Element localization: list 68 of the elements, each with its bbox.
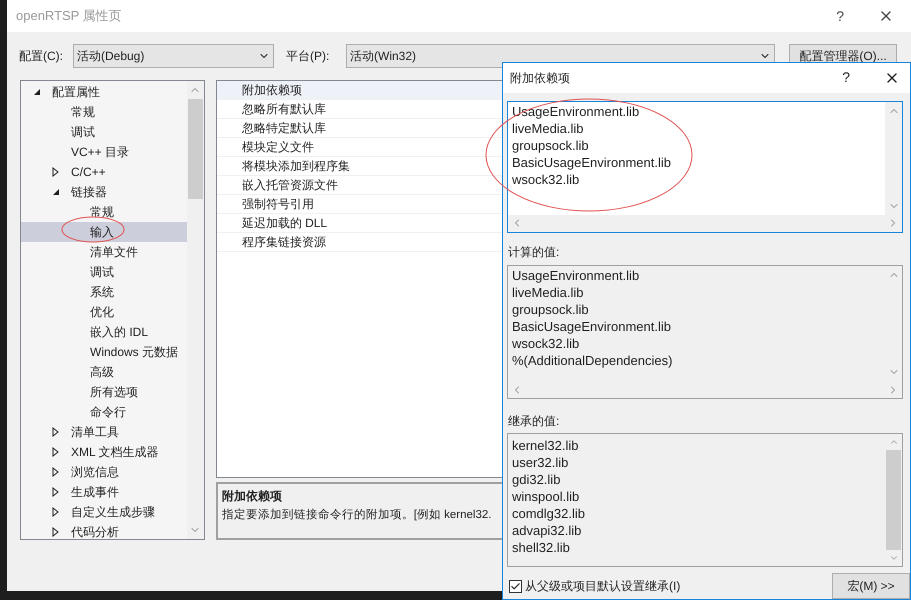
tree-item[interactable]: 浏览信息 bbox=[21, 462, 187, 482]
inherited-line: user32.lib bbox=[512, 454, 568, 471]
tree-item[interactable]: 调试 bbox=[21, 122, 187, 142]
description-text: 指定要添加到链接命令行的附加项。[例如 kernel32. bbox=[222, 508, 492, 523]
expanded-arrow-icon[interactable] bbox=[33, 88, 41, 96]
tree-item[interactable]: 常规 bbox=[21, 102, 187, 122]
window-title: openRTSP 属性页 bbox=[16, 7, 122, 26]
tree-item[interactable]: Windows 元数据 bbox=[21, 342, 187, 362]
collapsed-arrow-icon[interactable] bbox=[52, 467, 59, 477]
tree-item[interactable]: 清单文件 bbox=[21, 242, 187, 262]
tree-item[interactable]: 常规 bbox=[21, 202, 187, 222]
tree-item[interactable]: 清单工具 bbox=[21, 422, 187, 442]
collapsed-arrow-icon[interactable] bbox=[52, 167, 59, 177]
scroll-thumb[interactable] bbox=[188, 99, 203, 199]
scrollbar[interactable] bbox=[885, 102, 902, 215]
tree-item[interactable]: 配置属性 bbox=[21, 82, 187, 102]
dependency-line: groupsock.lib bbox=[512, 136, 589, 154]
tree-item[interactable]: 高级 bbox=[21, 362, 187, 382]
computed-line: groupsock.lib bbox=[512, 300, 589, 318]
collapsed-arrow-icon[interactable] bbox=[52, 527, 59, 537]
inherited-line: shell32.lib bbox=[512, 539, 570, 556]
inherited-line: kernel32.lib bbox=[512, 437, 578, 454]
computed-line: wsock32.lib bbox=[512, 334, 580, 352]
macro-button[interactable]: 宏(M) >> bbox=[832, 573, 910, 599]
dialog-title: 附加依赖项 bbox=[510, 70, 570, 87]
tree-item[interactable]: 优化 bbox=[21, 302, 187, 322]
inherited-line: advapi32.lib bbox=[512, 522, 582, 539]
inherited-label: 继承的值: bbox=[508, 413, 560, 430]
scroll-thumb[interactable] bbox=[886, 450, 901, 550]
tree-item[interactable]: C/C++ bbox=[21, 162, 187, 182]
horizontal-scrollbar[interactable] bbox=[508, 214, 902, 232]
collapsed-arrow-icon[interactable] bbox=[52, 447, 59, 457]
dependency-line: liveMedia.lib bbox=[512, 120, 584, 137]
tree-item[interactable]: 嵌入的 IDL bbox=[21, 322, 187, 342]
help-button[interactable]: ? bbox=[842, 67, 850, 88]
help-button[interactable]: ? bbox=[836, 6, 844, 26]
collapsed-arrow-icon[interactable] bbox=[52, 487, 59, 497]
inherit-checkbox[interactable] bbox=[509, 580, 522, 592]
computed-line: liveMedia.lib bbox=[512, 284, 584, 301]
tree-item[interactable]: 所有选项 bbox=[21, 382, 187, 402]
inherited-line: winspool.lib bbox=[512, 488, 580, 505]
computed-line: %(AdditionalDependencies) bbox=[512, 352, 672, 369]
tree-item[interactable]: 生成事件 bbox=[21, 482, 187, 502]
tree-item[interactable]: 系统 bbox=[21, 282, 187, 302]
dependency-line: BasicUsageEnvironment.lib bbox=[512, 154, 671, 171]
inherited-line: gdi32.lib bbox=[512, 471, 560, 488]
computed-label: 计算的值: bbox=[508, 244, 560, 261]
platform-label: 平台(P): bbox=[286, 48, 330, 65]
collapsed-arrow-icon[interactable] bbox=[52, 507, 59, 517]
computed-line: BasicUsageEnvironment.lib bbox=[512, 318, 671, 335]
dependency-line: wsock32.lib bbox=[512, 170, 580, 188]
config-dropdown[interactable]: 活动(Debug) bbox=[73, 44, 274, 68]
computed-line: UsageEnvironment.lib bbox=[512, 266, 640, 284]
tree-item[interactable]: VC++ 目录 bbox=[21, 142, 187, 162]
tree-item[interactable]: 代码分析 bbox=[21, 522, 187, 539]
inherit-checkbox-label[interactable]: 从父级或项目默认设置继承(I) bbox=[525, 577, 680, 595]
tree-item[interactable]: 调试 bbox=[21, 262, 187, 282]
tree-item[interactable]: 输入 bbox=[21, 222, 187, 242]
tree-item[interactable]: 自定义生成步骤 bbox=[21, 502, 187, 522]
tree-item[interactable]: 命令行 bbox=[21, 402, 187, 422]
expanded-arrow-icon[interactable] bbox=[52, 188, 60, 196]
scrollbar[interactable] bbox=[186, 81, 204, 539]
tree-item[interactable]: 链接器 bbox=[21, 182, 187, 202]
inherited-line: comdlg32.lib bbox=[512, 505, 585, 522]
check-icon bbox=[510, 580, 521, 592]
tree-item[interactable]: XML 文档生成器 bbox=[21, 442, 187, 462]
collapsed-arrow-icon[interactable] bbox=[52, 427, 59, 437]
description-title: 附加依赖项 bbox=[222, 488, 282, 505]
